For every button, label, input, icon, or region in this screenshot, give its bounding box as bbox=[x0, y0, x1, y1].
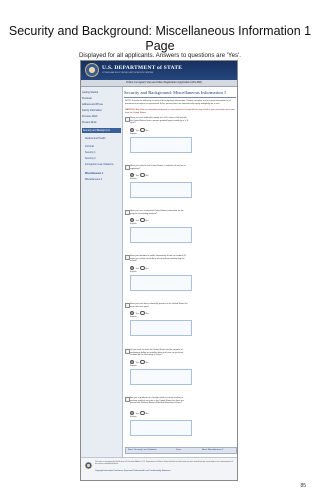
explain-label: Explain bbox=[130, 133, 137, 135]
explain-textarea[interactable] bbox=[130, 227, 192, 243]
slide-title: Security and Background: Miscellaneous I… bbox=[8, 24, 312, 53]
sidebar-item-family[interactable]: Family Information bbox=[82, 109, 121, 112]
sidebar-item-present-work[interactable]: Present Work bbox=[82, 121, 121, 124]
yes-radio[interactable] bbox=[130, 360, 135, 365]
form-title: Online Immigrant Visa and Alien Registra… bbox=[126, 81, 202, 84]
yes-label: Yes bbox=[135, 129, 139, 132]
yes-label: Yes bbox=[135, 412, 139, 415]
sidebar-item-getting-started[interactable]: Getting Started bbox=[82, 91, 121, 94]
yes-no-radio-group: Yes No bbox=[130, 411, 149, 416]
sidebar-item-previous-work[interactable]: Previous Work bbox=[82, 115, 121, 118]
intro-note: NOTE: Provide the following security and… bbox=[125, 100, 231, 105]
page-number: 85 bbox=[300, 483, 306, 489]
question-text: Do you seek to enter the United States f… bbox=[130, 349, 184, 357]
yes-label: Yes bbox=[135, 267, 139, 270]
question-text: Have you attended a public elementary sc… bbox=[130, 255, 187, 263]
yes-radio[interactable] bbox=[130, 218, 135, 223]
sidebar-item-medical[interactable]: Medical and Health bbox=[85, 137, 121, 140]
yes-no-radio-group: Yes No bbox=[130, 360, 149, 365]
sidebar-item-security-background[interactable]: Security and Background bbox=[82, 128, 121, 133]
no-radio[interactable] bbox=[140, 266, 145, 271]
next-button[interactable]: Next: Miscellaneous 2 bbox=[202, 449, 223, 451]
no-radio[interactable] bbox=[140, 311, 145, 316]
no-radio[interactable] bbox=[140, 128, 145, 133]
yes-radio[interactable] bbox=[130, 266, 135, 271]
yes-label: Yes bbox=[135, 312, 139, 315]
no-label: No bbox=[145, 361, 149, 364]
yes-label: Yes bbox=[135, 174, 139, 177]
department-tagline: CONSULAR ELECTRONIC APPLICATION CENTER bbox=[102, 72, 154, 74]
yes-label: Yes bbox=[135, 219, 139, 222]
yes-no-radio-group: Yes No bbox=[130, 311, 149, 316]
page-footer: This site is managed by the Bureau of Co… bbox=[81, 457, 237, 480]
explain-label: Explain bbox=[130, 178, 137, 180]
screenshot-frame: U.S. DEPARTMENT of STATE CONSULAR ELECTR… bbox=[80, 60, 238, 481]
footer-disclaimer: This site is managed by the Bureau of Co… bbox=[95, 461, 233, 466]
sidebar-item-immigration-violations[interactable]: Immigration Law Violations bbox=[85, 163, 121, 166]
yes-radio[interactable] bbox=[130, 173, 135, 178]
question-text: Have you voted in the United States in v… bbox=[130, 165, 186, 170]
sidebar-item-security-1[interactable]: Security 1 bbox=[85, 151, 121, 154]
no-label: No bbox=[145, 219, 149, 222]
department-name: U.S. DEPARTMENT of STATE bbox=[102, 65, 183, 71]
footer-seal-icon bbox=[85, 462, 92, 469]
explain-label: Explain bbox=[130, 416, 137, 418]
yes-label: Yes bbox=[135, 361, 139, 364]
explain-label: Explain bbox=[130, 223, 137, 225]
intro-warning: WARNING: Any false or misleading stateme… bbox=[125, 109, 235, 114]
explain-textarea[interactable] bbox=[130, 369, 192, 385]
question-text: Have you ever been unlawfully present in… bbox=[130, 303, 188, 308]
question-text: Have you ever renounced United States ci… bbox=[130, 210, 184, 215]
sidebar-item-personal[interactable]: Personal bbox=[82, 97, 121, 100]
yes-no-radio-group: Yes No bbox=[130, 173, 149, 178]
yes-no-radio-group: Yes No bbox=[130, 218, 149, 223]
explain-label: Explain bbox=[130, 316, 137, 318]
section-title: Security and Background: Miscellaneous I… bbox=[124, 90, 227, 95]
explain-textarea[interactable] bbox=[130, 182, 192, 198]
sidebar-item-address-phone[interactable]: Address and Phone bbox=[82, 103, 121, 106]
explain-textarea[interactable] bbox=[130, 137, 192, 153]
yes-no-radio-group: Yes No bbox=[130, 128, 149, 133]
no-radio[interactable] bbox=[140, 173, 145, 178]
yes-no-radio-group: Yes No bbox=[130, 266, 149, 271]
save-button[interactable]: Save bbox=[176, 449, 181, 451]
no-label: No bbox=[145, 267, 149, 270]
explain-textarea[interactable] bbox=[130, 420, 192, 436]
no-radio[interactable] bbox=[140, 218, 145, 223]
state-department-seal-icon bbox=[85, 63, 99, 77]
sidebar-item-miscellaneous-2[interactable]: Miscellaneous 2 bbox=[85, 178, 121, 181]
question-text: Are you a graduate of a foreign medical … bbox=[130, 397, 184, 405]
explain-textarea[interactable] bbox=[130, 320, 192, 336]
no-label: No bbox=[145, 312, 149, 315]
no-label: No bbox=[145, 129, 149, 132]
bottom-navigation-bar: Back: Security Law Violations Save Next:… bbox=[125, 447, 237, 454]
explain-label: Explain bbox=[130, 365, 137, 367]
yes-radio[interactable] bbox=[130, 311, 135, 316]
yes-radio[interactable] bbox=[130, 411, 135, 416]
slide-subtitle: Displayed for all applicants. Answers to… bbox=[78, 52, 242, 59]
department-header: U.S. DEPARTMENT of STATE CONSULAR ELECTR… bbox=[81, 61, 237, 80]
no-label: No bbox=[145, 412, 149, 415]
form-title-bar: Online Immigrant Visa and Alien Registra… bbox=[81, 80, 237, 87]
question-text: Have you ever withheld custody of a U.S.… bbox=[130, 117, 189, 125]
sidebar-item-miscellaneous-1[interactable]: Miscellaneous 1 bbox=[85, 172, 121, 175]
sidebar-item-criminal[interactable]: Criminal bbox=[85, 145, 121, 148]
footer-links[interactable]: Copyright Information Disclaimers Paperw… bbox=[95, 470, 233, 472]
back-button[interactable]: Back: Security Law Violations bbox=[128, 449, 157, 451]
no-radio[interactable] bbox=[140, 360, 145, 365]
explain-label: Explain bbox=[130, 271, 137, 273]
section-divider bbox=[124, 97, 236, 98]
sidebar-nav: Getting Started Personal Address and Pho… bbox=[81, 87, 123, 480]
no-radio[interactable] bbox=[140, 411, 145, 416]
no-label: No bbox=[145, 174, 149, 177]
sidebar-item-security-2[interactable]: Security 2 bbox=[85, 157, 121, 160]
explain-textarea[interactable] bbox=[130, 275, 192, 291]
yes-radio[interactable] bbox=[130, 128, 135, 133]
